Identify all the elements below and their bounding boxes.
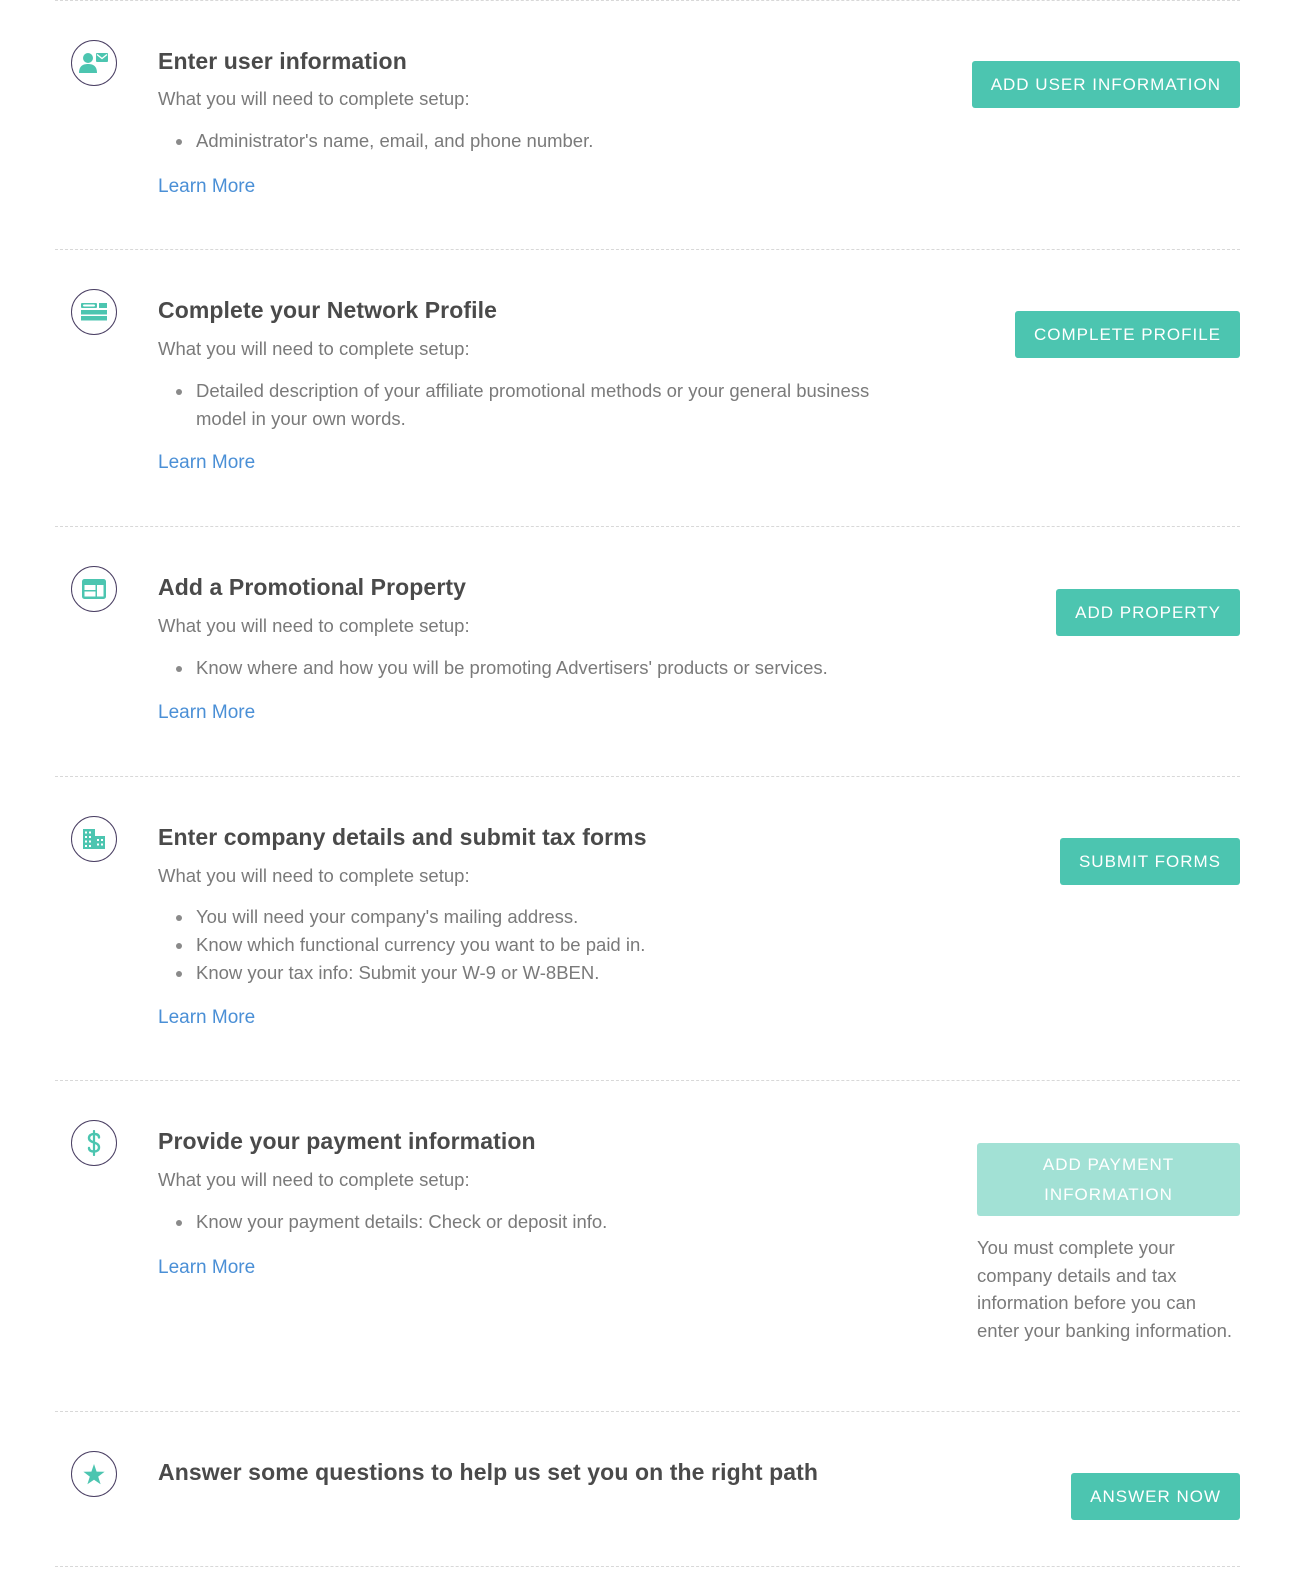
step-title: Enter user information <box>158 48 407 74</box>
step-title: Provide your payment information <box>158 1128 536 1154</box>
requirement-item: Detailed description of your affiliate p… <box>176 377 916 433</box>
requirements-list: Know your payment details: Check or depo… <box>158 1208 916 1236</box>
learn-more-link[interactable]: Learn More <box>158 176 255 198</box>
step-title: Complete your Network Profile <box>158 297 498 323</box>
step-subtitle: What you will need to complete setup: <box>158 88 470 109</box>
submit-forms-button[interactable]: SUBMIT FORMS <box>1059 838 1240 885</box>
learn-more-link[interactable]: Learn More <box>158 1257 255 1279</box>
step-title: Add a Promotional Property <box>158 574 467 600</box>
step-title: Answer some questions to help us set you… <box>158 1459 819 1485</box>
add-user-information-button[interactable]: ADD USER INFORMATION <box>971 61 1240 108</box>
user-mail-icon <box>71 40 117 86</box>
requirements-list: You will need your company's mailing add… <box>158 903 916 987</box>
section-divider <box>55 776 1240 777</box>
section-divider <box>55 526 1240 527</box>
step-subtitle: What you will need to complete setup: <box>158 1169 470 1190</box>
requirement-item: Administrator's name, email, and phone n… <box>176 127 916 155</box>
answer-now-button[interactable]: ANSWER NOW <box>1071 1473 1240 1520</box>
dollar-icon <box>71 1120 117 1166</box>
section-divider <box>55 249 1240 250</box>
learn-more-link[interactable]: Learn More <box>158 1007 255 1029</box>
requirements-list: Administrator's name, email, and phone n… <box>158 127 916 155</box>
learn-more-link[interactable]: Learn More <box>158 452 255 474</box>
section-divider <box>55 0 1240 1</box>
browser-window-icon <box>71 566 117 612</box>
section-divider <box>55 1080 1240 1081</box>
building-icon <box>71 816 117 862</box>
step-subtitle: What you will need to complete setup: <box>158 615 470 636</box>
section-divider <box>55 1411 1240 1412</box>
step-subtitle: What you will need to complete setup: <box>158 865 470 886</box>
requirement-item: Know your tax info: Submit your W-9 or W… <box>176 959 916 987</box>
profile-card-icon <box>71 289 117 335</box>
requirement-item: Know which functional currency you want … <box>176 931 916 959</box>
requirement-item: You will need your company's mailing add… <box>176 903 916 931</box>
requirements-list: Detailed description of your affiliate p… <box>158 377 916 433</box>
complete-profile-button[interactable]: COMPLETE PROFILE <box>1015 311 1240 358</box>
requirement-item: Know where and how you will be promoting… <box>176 654 956 682</box>
requirement-item: Know your payment details: Check or depo… <box>176 1208 916 1236</box>
learn-more-link[interactable]: Learn More <box>158 702 255 724</box>
step-title: Enter company details and submit tax for… <box>158 824 647 850</box>
add-payment-information-button: ADD PAYMENT INFORMATION <box>977 1143 1240 1216</box>
step-subtitle: What you will need to complete setup: <box>158 338 470 359</box>
requirements-list: Know where and how you will be promoting… <box>158 654 956 682</box>
section-divider <box>55 1566 1240 1567</box>
payment-prerequisite-note: You must complete your company details a… <box>977 1237 1233 1341</box>
star-icon <box>71 1451 117 1497</box>
add-property-button[interactable]: ADD PROPERTY <box>1056 589 1240 636</box>
